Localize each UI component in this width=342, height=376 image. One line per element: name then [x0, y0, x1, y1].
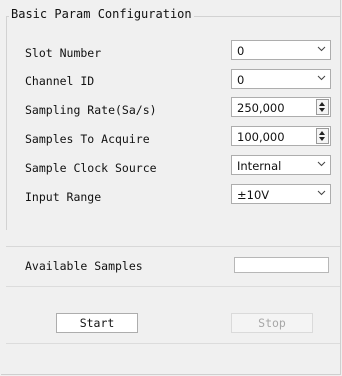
- chevron-down-icon[interactable]: [317, 159, 326, 168]
- sample-clock-source-label: Sample Clock Source: [25, 161, 157, 175]
- sample-clock-source-combo[interactable]: Internal: [231, 155, 331, 175]
- slot-number-combo[interactable]: 0: [231, 40, 331, 60]
- samples-to-acquire-value: 100,000: [237, 130, 285, 144]
- sampling-rate-value: 250,000: [237, 101, 285, 115]
- spin-down-icon[interactable]: [319, 108, 325, 112]
- input-range-label: Input Range: [25, 190, 102, 204]
- input-range-combo[interactable]: ±10V: [231, 184, 331, 204]
- groupbox-title: Basic Param Configuration: [9, 7, 194, 21]
- available-samples-field: [234, 257, 329, 273]
- sampling-rate-label: Sampling Rate(Sa/s): [25, 103, 157, 117]
- sample-clock-source-value: Internal: [237, 159, 282, 173]
- channel-id-label: Channel ID: [25, 74, 95, 88]
- spin-down-icon[interactable]: [319, 137, 325, 141]
- param-panel: Basic Param Configuration Slot Number 0 …: [1, 0, 341, 375]
- spin-up-down-icon[interactable]: [316, 128, 329, 144]
- spin-up-icon[interactable]: [319, 102, 325, 106]
- slot-number-value: 0: [237, 44, 245, 58]
- sampling-rate-spinbox[interactable]: 250,000: [231, 97, 331, 117]
- samples-to-acquire-spinbox[interactable]: 100,000: [231, 126, 331, 146]
- stop-button[interactable]: Stop: [231, 313, 313, 333]
- available-samples-label: Available Samples: [25, 259, 143, 273]
- channel-id-value: 0: [237, 73, 245, 87]
- spin-up-down-icon[interactable]: [316, 99, 329, 115]
- samples-to-acquire-label: Samples To Acquire: [25, 132, 150, 146]
- input-range-value: ±10V: [237, 188, 270, 202]
- spin-up-icon[interactable]: [319, 131, 325, 135]
- chevron-down-icon[interactable]: [317, 44, 326, 53]
- chevron-down-icon[interactable]: [317, 73, 326, 82]
- channel-id-combo[interactable]: 0: [231, 69, 331, 89]
- slot-number-label: Slot Number: [25, 46, 102, 60]
- chevron-down-icon[interactable]: [317, 188, 326, 197]
- start-button[interactable]: Start: [56, 313, 138, 333]
